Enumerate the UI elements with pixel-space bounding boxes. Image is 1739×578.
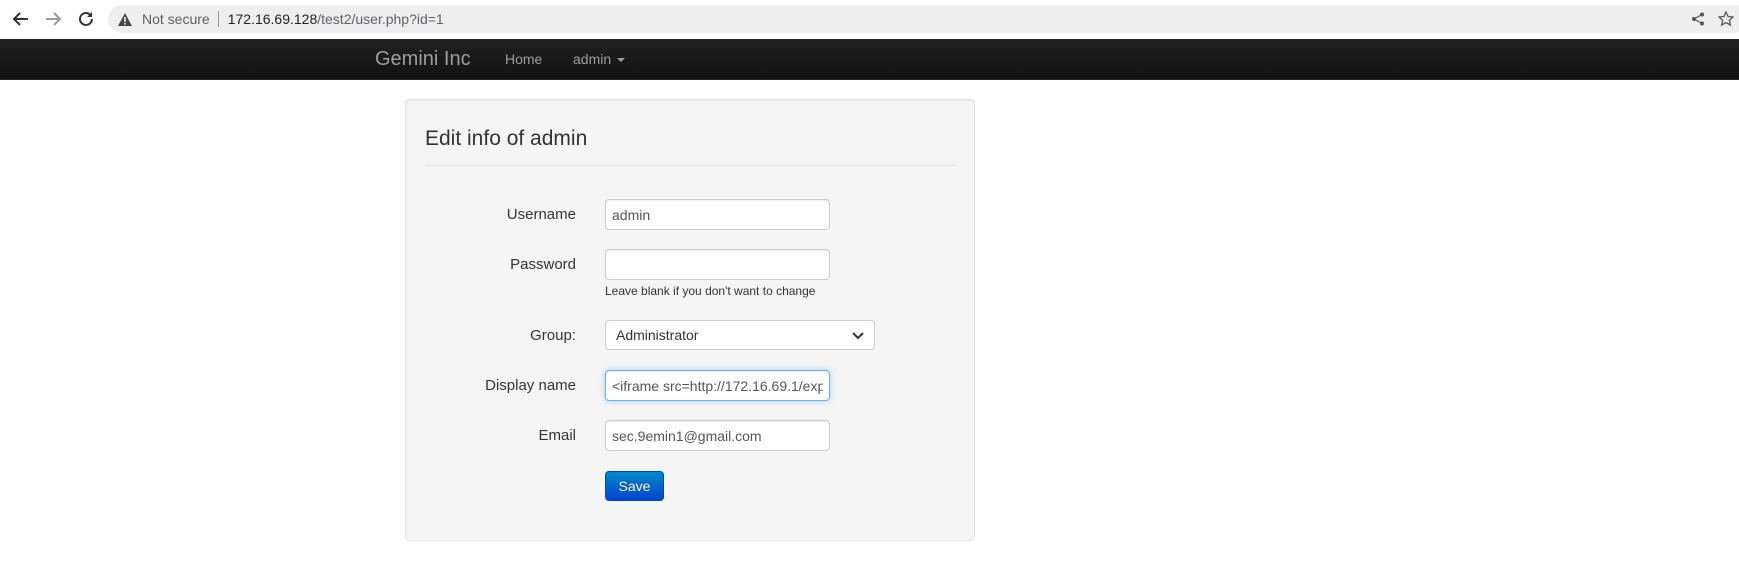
share-icon[interactable] [1689,10,1707,28]
display-name-label: Display name [485,377,576,394]
address-bar[interactable]: Not secure 172.16.69.128 /test2/user.php… [108,5,1739,33]
form-title: Edit info of admin [425,126,957,166]
url-host: 172.16.69.128 [227,11,318,27]
brand-logo[interactable]: Gemini Inc [375,39,471,80]
password-help-text: Leave blank if you don't want to change [605,284,816,298]
warning-icon [118,11,134,27]
browser-toolbar: Not secure 172.16.69.128 /test2/user.php… [0,0,1739,36]
nav-home[interactable]: Home [505,39,542,80]
user-menu-label: admin [573,51,612,67]
username-label: Username [506,206,576,223]
forward-arrow-icon[interactable] [42,8,64,30]
password-input[interactable] [605,249,830,280]
caret-down-icon [617,58,626,63]
bookmark-star-icon[interactable] [1717,10,1735,28]
group-label: Group: [530,327,576,344]
back-arrow-icon[interactable] [10,8,32,30]
security-label[interactable]: Not secure [142,11,210,27]
display-name-input[interactable] [605,370,830,401]
reload-icon[interactable] [75,8,97,30]
password-label: Password [510,256,576,273]
url-path: /test2/user.php?id=1 [317,11,444,27]
username-input[interactable] [605,199,830,230]
chevron-down-icon [852,327,864,343]
group-selected-value: Administrator [616,327,699,343]
email-input[interactable] [605,420,830,451]
save-button[interactable]: Save [605,471,664,501]
top-navbar: Gemini Inc Home admin [0,39,1739,80]
nav-user-menu[interactable]: admin [573,39,626,80]
edit-user-panel: Edit info of admin Username Password Lea… [405,99,975,541]
group-select[interactable]: Administrator [605,320,875,350]
divider [217,11,219,27]
email-label: Email [538,427,576,444]
